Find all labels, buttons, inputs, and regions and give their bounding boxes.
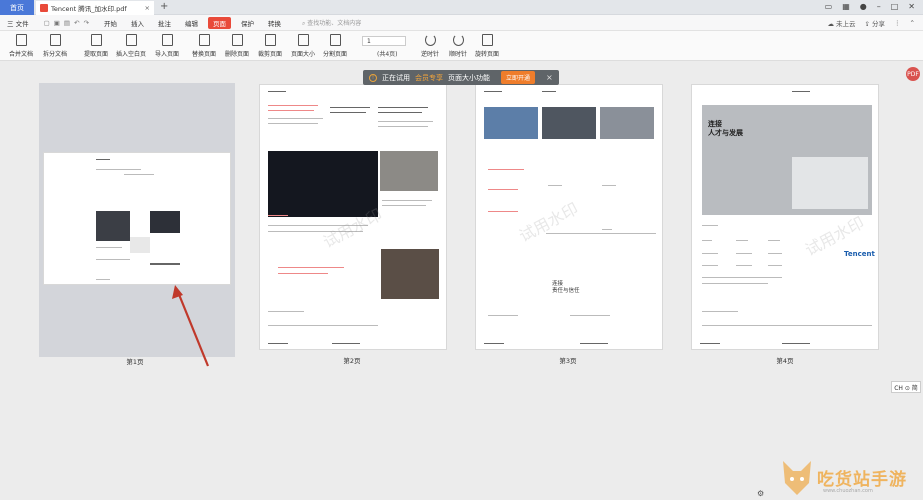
settings-icon[interactable]: ⚙ — [757, 489, 764, 498]
activate-now-button[interactable]: 立即开通 — [501, 71, 536, 84]
trial-banner: ! 正在试用 会员专享 页面大小功能 立即开通 × — [363, 70, 559, 85]
site-watermark-logo: 吃货站手游 www.chuozhan.com — [779, 455, 919, 499]
banner-prefix: 正在试用 — [382, 73, 410, 82]
fox-mascot-icon — [783, 461, 811, 495]
banner-highlight: 会员专享 — [415, 73, 443, 82]
input-method-indicator[interactable]: CH ⊙ 简 — [891, 381, 921, 393]
site-watermark-text: 吃货站手游 — [817, 470, 907, 490]
info-icon: ! — [369, 73, 377, 82]
banner-suffix: 页面大小功能 — [448, 73, 490, 82]
pdf-badge-icon[interactable]: PDF — [906, 67, 920, 81]
close-banner-icon[interactable]: × — [546, 73, 553, 82]
site-watermark-url: www.chuozhan.com — [823, 488, 873, 494]
